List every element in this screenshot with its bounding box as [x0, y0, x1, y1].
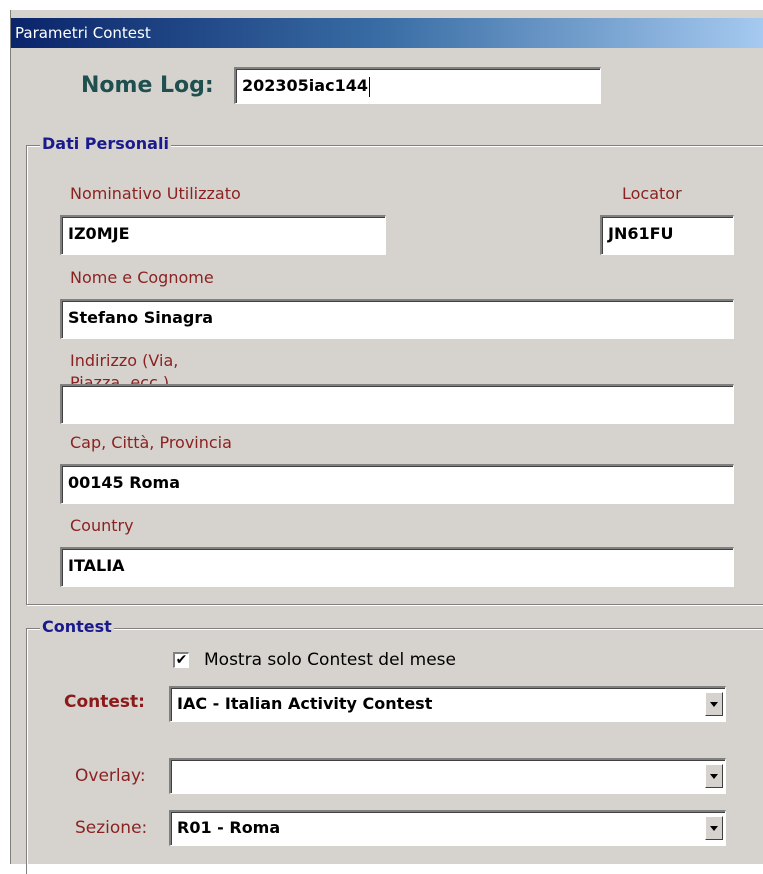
callsign-input[interactable]: IZ0MJE: [60, 215, 386, 255]
address-label: Indirizzo (Via, Piazza, ecc.): [70, 351, 179, 384]
section-select[interactable]: R01 - Roma: [169, 810, 726, 846]
contest-select-value: IAC - Italian Activity Contest: [177, 694, 433, 713]
check-icon: ✔: [175, 652, 188, 668]
name-value: Stefano Sinagra: [68, 308, 214, 327]
city-label: Cap, Città, Provincia: [70, 433, 232, 452]
contest-legend: Contest: [40, 617, 114, 636]
name-label: Nome e Cognome: [70, 268, 214, 287]
city-input[interactable]: 00145 Roma: [60, 464, 734, 504]
section-select-value: R01 - Roma: [177, 818, 281, 837]
title-bar[interactable]: Parametri Contest: [11, 18, 763, 48]
callsign-label: Nominativo Utilizzato: [70, 184, 241, 203]
text-caret: [368, 76, 370, 97]
nome-log-value: 202305iac144: [242, 76, 368, 95]
locator-input[interactable]: JN61FU: [600, 215, 734, 255]
chevron-down-icon: [710, 826, 718, 831]
parametri-contest-window: Parametri Contest Nome Log: 202305iac144…: [10, 10, 763, 874]
nome-log-label: Nome Log:: [81, 73, 214, 98]
section-dropdown-button[interactable]: [705, 816, 723, 840]
city-value: 00145 Roma: [68, 473, 181, 492]
section-label: Sezione:: [75, 818, 148, 838]
window-top-border: [11, 10, 763, 18]
overlay-dropdown-button[interactable]: [705, 764, 723, 788]
name-input[interactable]: Stefano Sinagra: [60, 299, 734, 339]
country-input[interactable]: ITALIA: [60, 547, 734, 587]
overlay-select[interactable]: [169, 758, 726, 794]
country-label: Country: [70, 516, 134, 535]
month-only-checkbox[interactable]: ✔: [173, 652, 189, 668]
overlay-label: Overlay:: [75, 766, 146, 786]
window-title: Parametri Contest: [15, 24, 151, 42]
contest-label: Contest:: [64, 692, 145, 712]
dati-personali-legend: Dati Personali: [40, 134, 171, 153]
chevron-down-icon: [710, 774, 718, 779]
nome-log-input[interactable]: 202305iac144: [234, 67, 601, 104]
locator-value: JN61FU: [608, 224, 674, 243]
contest-select[interactable]: IAC - Italian Activity Contest: [169, 686, 726, 722]
chevron-down-icon: [710, 702, 718, 707]
locator-label: Locator: [622, 184, 682, 203]
month-only-checkbox-label: Mostra solo Contest del mese: [204, 650, 456, 670]
contest-dropdown-button[interactable]: [705, 692, 723, 716]
country-value: ITALIA: [68, 556, 125, 575]
callsign-value: IZ0MJE: [68, 224, 130, 243]
address-input[interactable]: [60, 384, 734, 424]
